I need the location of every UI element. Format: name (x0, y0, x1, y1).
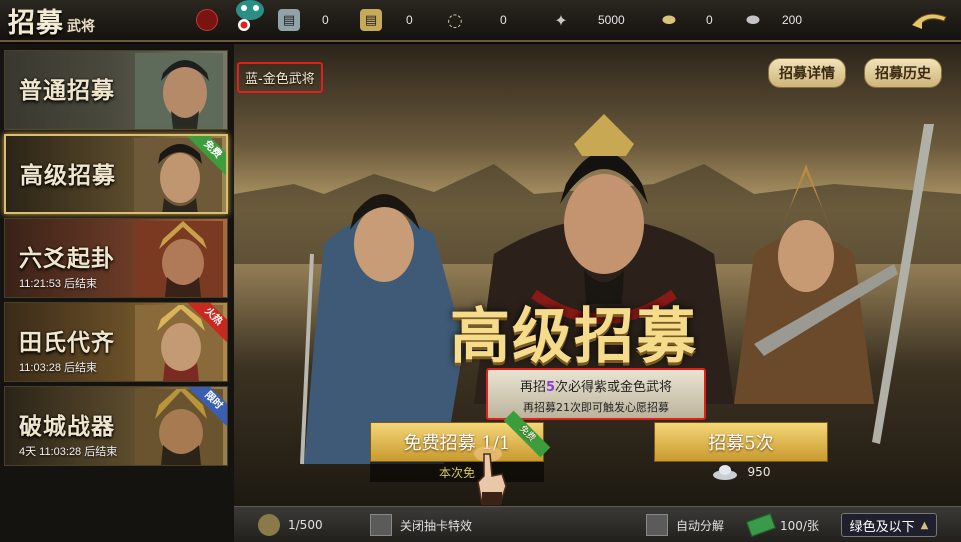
token-icon: ✦ (554, 10, 568, 30)
tab-normal-recruit[interactable]: 普通招募 (4, 50, 228, 130)
tab-tianshi-daiqi[interactable]: 火热 田氏代齐 11:03:28 后结束 (4, 302, 228, 382)
golden-scroll-icon: ▤ (360, 9, 382, 31)
generals-artwork (234, 114, 961, 465)
auto-decompose-label: 自动分解 (676, 518, 725, 533)
auto-decompose-checkbox[interactable] (646, 514, 668, 536)
hint-text-pre: 再招 (519, 380, 546, 395)
hint-text-post: 次必得紫或金色武将 (555, 380, 673, 395)
tap-hand-icon (474, 446, 507, 505)
top-bar: 招募 武将 ▤ 0 ▤ 0 ◌ 0 ✦ 5000 ⬬ 0 ⬬ 200 (0, 0, 961, 42)
resource-value: 0 (322, 13, 329, 27)
free-sub-text: 本次免 (438, 465, 475, 480)
ticket-icon (746, 513, 776, 537)
resource-jade-ring: ◌ 0 (444, 8, 507, 32)
gold-ingot-icon: ⬬ (662, 10, 676, 29)
guarantee-hint: 再招5次必得紫或金色武将 再招募21次即可触发心愿招募 (486, 368, 706, 420)
bottom-bar: 1/500 关闭抽卡特效 自动分解 100/张 绿色及以下 ▲ (234, 506, 961, 542)
recruit-5-label: 招募5次 (708, 433, 774, 454)
free-recruit-sub: 本次免 (370, 462, 544, 482)
resource-gold-ingot: ⬬ 0 (658, 8, 713, 32)
jade-ring-icon: ◌ (447, 9, 463, 31)
tab-label: 普通招募 (19, 77, 115, 104)
page-title: 招募 武将 (8, 2, 95, 40)
recruit-5-button[interactable]: 招募5次 (654, 422, 828, 462)
hint-count: 5 (545, 380, 556, 395)
disable-effect-label: 关闭抽卡特效 (400, 518, 473, 533)
general-portrait-icon (135, 221, 223, 297)
tab-timer: 11:03:28 后结束 (19, 362, 98, 374)
scroll-icon: ▤ (278, 9, 300, 31)
tab-label: 高级招募 (20, 162, 116, 189)
tab-liuyao-divination[interactable]: 六爻起卦 11:21:53 后结束 (4, 218, 228, 298)
resource-value: 5000 (598, 13, 625, 27)
back-arrow-icon (912, 13, 947, 29)
disable-effect-checkbox[interactable] (370, 514, 392, 536)
recruit-history-button[interactable]: 招募历史 (864, 58, 942, 88)
page-title-sub: 武将 (67, 19, 95, 35)
tab-label: 破城战器 (19, 413, 115, 440)
ticket-count: 100/张 (746, 507, 819, 542)
quality-filter-select[interactable]: 绿色及以下 ▲ (841, 513, 937, 537)
recruit-count-value: 1/500 (288, 518, 323, 532)
recruit-sidebar: 普通招募 免费 高级招募 六爻起卦 11:21:53 后结束 火热 田氏代齐 1… (0, 44, 234, 542)
general-head-icon (258, 514, 280, 536)
emblem-icon[interactable] (196, 9, 218, 31)
wish-recruit-hint: 再招募21次即可触发心愿招募 (523, 401, 669, 414)
tab-label: 田氏代齐 (19, 329, 115, 356)
tab-label: 六爻起卦 (19, 245, 115, 272)
resource-token: ✦ 5000 (550, 8, 625, 32)
tab-siege-weapon[interactable]: 限时 破城战器 4天 11:03:28 后结束 (4, 386, 228, 466)
resource-silver-ingot: ⬬ 200 (742, 8, 802, 32)
free-recruit-button[interactable]: 免费招募 1/1 免费 (370, 410, 551, 462)
recruit-detail-button[interactable]: 招募详情 (768, 58, 846, 88)
silver-ingot-icon (712, 463, 738, 481)
tab-timer: 11:21:53 后结束 (19, 278, 98, 290)
resource-value: 0 (706, 13, 713, 27)
rarity-label: 蓝-金色武将 (237, 62, 323, 93)
recruit-count: 1/500 (258, 507, 323, 542)
page-title-main: 招募 (8, 8, 64, 39)
general-portrait-icon (135, 53, 223, 129)
guarantee-line: 再招5次必得紫或金色武将 (488, 376, 704, 395)
resource-value: 200 (782, 13, 803, 27)
resource-scroll: ▤ 0 (278, 8, 329, 32)
back-button[interactable] (907, 4, 953, 36)
dropdown-icon: ▲ (920, 519, 929, 531)
recruit-5-cost: 950 (654, 462, 828, 482)
resource-value: 0 (406, 13, 413, 27)
tab-advanced-recruit[interactable]: 免费 高级招募 (4, 134, 228, 214)
mascot-icon[interactable] (232, 0, 268, 34)
recruit-5-cost-value: 950 (747, 465, 771, 479)
filter-value: 绿色及以下 (849, 519, 915, 535)
resource-value: 0 (500, 13, 507, 27)
ticket-count-value: 100/张 (780, 518, 819, 533)
auto-decompose-toggle[interactable]: 自动分解 (646, 507, 724, 542)
recruit-stage: 蓝-金色武将 招募详情 招募历史 高级招募 再招5次必得紫或金色武将 再招募21… (234, 44, 961, 506)
banner-title: 高级招募 (450, 302, 698, 372)
silver-ingot-icon: ⬬ (746, 10, 760, 29)
resource-golden-scroll: ▤ 0 (360, 8, 413, 32)
tab-timer: 4天 11:03:28 后结束 (19, 446, 118, 458)
disable-effect-toggle[interactable]: 关闭抽卡特效 (370, 507, 472, 542)
